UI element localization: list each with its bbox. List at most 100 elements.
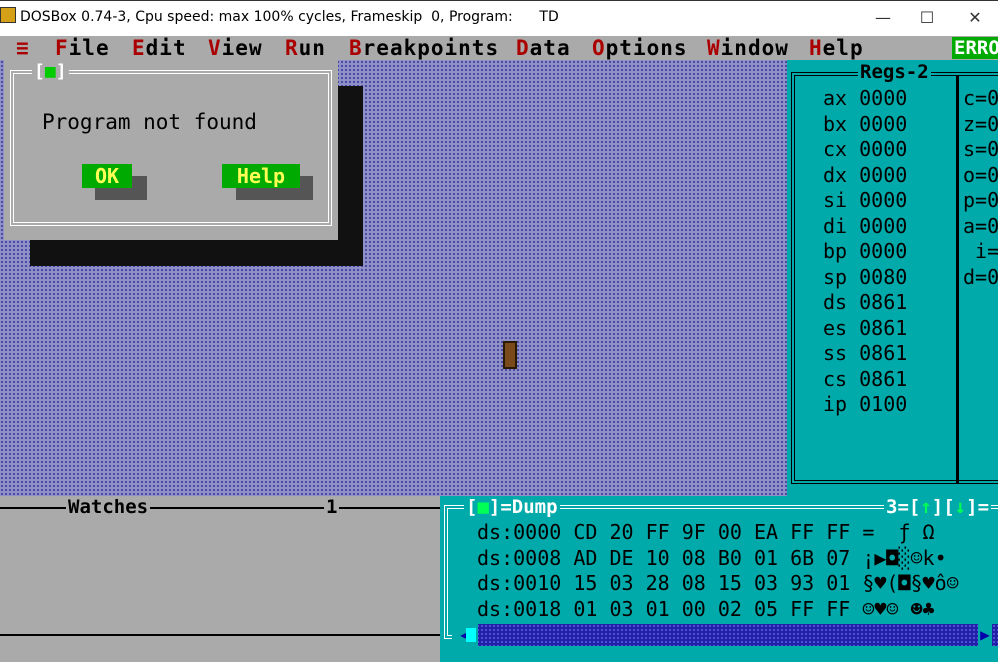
register-value: 0000 — [859, 239, 908, 263]
dump-address: ds:0018 — [477, 596, 562, 621]
register-row[interactable]: cx 0000 — [823, 137, 907, 161]
menu-window-hotkey: W — [707, 36, 721, 60]
register-row[interactable]: si 0000 — [823, 188, 907, 212]
menu-breakpoints-label: reakpoints — [362, 36, 500, 60]
help-button[interactable]: Help — [222, 164, 300, 188]
menu-file[interactable]: File — [55, 36, 110, 60]
menu-run-hotkey: R — [285, 36, 299, 60]
watches-bottom-border — [0, 634, 440, 636]
register-name: ax — [823, 86, 848, 110]
register-value: 0100 — [859, 392, 908, 416]
dump-window-number: 3=[ — [886, 496, 921, 518]
menu-help-label: elp — [822, 36, 864, 60]
dosbox-app-icon — [0, 7, 16, 23]
dump-title-suffix: ]= — [966, 496, 990, 518]
watches-title: Watches — [66, 496, 151, 518]
menu-data-label: ata — [529, 36, 571, 60]
register-row[interactable]: sp 0080 — [823, 265, 907, 289]
menu-run[interactable]: Run — [285, 36, 326, 60]
register-row[interactable]: ip 0100 — [823, 392, 907, 416]
scroll-right-arrow-icon[interactable]: ▶ — [978, 624, 992, 646]
dialog-frame — [10, 70, 332, 226]
dump-address: ds:0010 — [477, 571, 562, 595]
menu-window-label: indow — [720, 36, 789, 60]
dump-row[interactable]: ds:0010 15 03 28 08 15 03 93 01 §♥(◘§♥ô☺ — [477, 571, 959, 596]
watches-window-number: 1 — [324, 496, 340, 518]
window-title: DOSBox 0.74-3, Cpu speed: max 100% cycle… — [20, 9, 559, 25]
dump-address: ds:0000 — [477, 520, 562, 544]
flag-row[interactable]: s=0 — [963, 137, 998, 161]
dump-row[interactable]: ds:0008 AD DE 10 08 B0 01 6B 07 ¡▶◘░☺k• — [477, 546, 947, 571]
maximize-button[interactable]: ☐ — [904, 0, 950, 36]
register-row[interactable]: dx 0000 — [823, 163, 907, 187]
watches-window[interactable] — [0, 496, 440, 662]
menu-help[interactable]: Help — [809, 36, 864, 60]
register-name: dx — [823, 162, 848, 187]
mouse-cursor — [503, 341, 517, 369]
register-value: 0861 — [859, 290, 908, 314]
dump-row[interactable]: ds:0018 01 03 01 00 02 05 FF FF ☺♥☺ ☻♣ — [477, 597, 935, 622]
dump-bytes: AD DE 10 08 B0 01 6B 07 — [573, 545, 851, 570]
dump-row[interactable]: ds:0000 CD 20 FF 9F 00 EA FF FF = ƒ Ω — [477, 520, 935, 545]
dump-title-separator: ][ — [931, 496, 955, 518]
close-box-icon: ■ — [477, 496, 489, 518]
register-value: 0861 — [859, 315, 908, 340]
register-row[interactable]: bp 0000 — [823, 239, 907, 263]
register-value: 0000 — [859, 162, 908, 187]
dialog-close-button[interactable]: [■] — [32, 62, 69, 82]
register-row[interactable]: ss 0861 — [823, 341, 907, 365]
close-window-button[interactable]: ✕ — [952, 0, 998, 36]
zoom-down-arrow-icon[interactable]: ↓ — [955, 496, 966, 518]
register-value: 0000 — [859, 213, 908, 238]
menu-window[interactable]: Window — [707, 36, 789, 60]
register-value: 0861 — [859, 366, 908, 391]
registers-divider — [956, 76, 959, 484]
register-name: si — [823, 188, 848, 212]
ok-button[interactable]: OK — [82, 164, 132, 188]
register-value: 0000 — [859, 86, 908, 110]
flag-row[interactable]: a=0 — [963, 214, 998, 238]
register-value: 0000 — [859, 188, 908, 212]
menu-breakpoints-hotkey: B — [349, 36, 363, 60]
menu-options[interactable]: Options — [592, 36, 688, 60]
flag-row[interactable]: c=0 — [963, 86, 998, 110]
scrollbar-thumb[interactable] — [466, 628, 476, 642]
register-row[interactable]: di 0000 — [823, 214, 907, 238]
dump-ascii: ☺♥☺ ☻♣ — [862, 596, 935, 621]
flag-row[interactable]: i=1 — [963, 239, 998, 263]
flag-row[interactable]: d=0 — [963, 265, 998, 289]
menu-view[interactable]: View — [208, 36, 263, 60]
menu-edit-label: dit — [145, 36, 187, 60]
register-name: es — [823, 315, 848, 340]
register-row[interactable]: cs 0861 — [823, 367, 907, 391]
dialog-close-right: ] — [55, 61, 67, 82]
menu-view-label: iew — [221, 36, 263, 60]
register-value: 0861 — [859, 341, 908, 365]
dump-close-left: [ — [466, 496, 478, 518]
menu-breakpoints[interactable]: Breakpoints — [349, 36, 499, 60]
dump-address: ds:0008 — [477, 545, 562, 570]
register-value: 0000 — [859, 111, 908, 136]
register-value: 0000 — [859, 137, 908, 161]
register-row[interactable]: bx 0000 — [823, 112, 907, 136]
menu-data[interactable]: Data — [516, 36, 571, 60]
register-name: cx — [823, 137, 848, 161]
dump-close-button[interactable]: [■]=Dump — [464, 496, 560, 518]
register-name: ss — [823, 341, 848, 365]
dump-ascii: §♥(◘§♥ô☺ — [862, 571, 959, 595]
flag-row[interactable]: z=0 — [963, 112, 998, 136]
zoom-up-arrow-icon[interactable]: ↑ — [920, 496, 931, 518]
register-name: di — [823, 213, 848, 238]
register-row[interactable]: ds 0861 — [823, 290, 907, 314]
flag-row[interactable]: p=0 — [963, 188, 998, 212]
system-menu-icon[interactable]: ≡ — [16, 36, 30, 60]
dump-ascii: ¡▶◘░☺k• — [862, 545, 947, 570]
menu-edit[interactable]: Edit — [132, 36, 187, 60]
register-row[interactable]: es 0861 — [823, 316, 907, 340]
register-name: sp — [823, 264, 848, 289]
minimize-button[interactable]: — — [860, 0, 906, 36]
menu-data-hotkey: D — [516, 36, 530, 60]
register-row[interactable]: ax 0000 — [823, 86, 907, 110]
flag-row[interactable]: o=0 — [963, 163, 998, 187]
dump-horizontal-scrollbar[interactable] — [452, 624, 998, 646]
